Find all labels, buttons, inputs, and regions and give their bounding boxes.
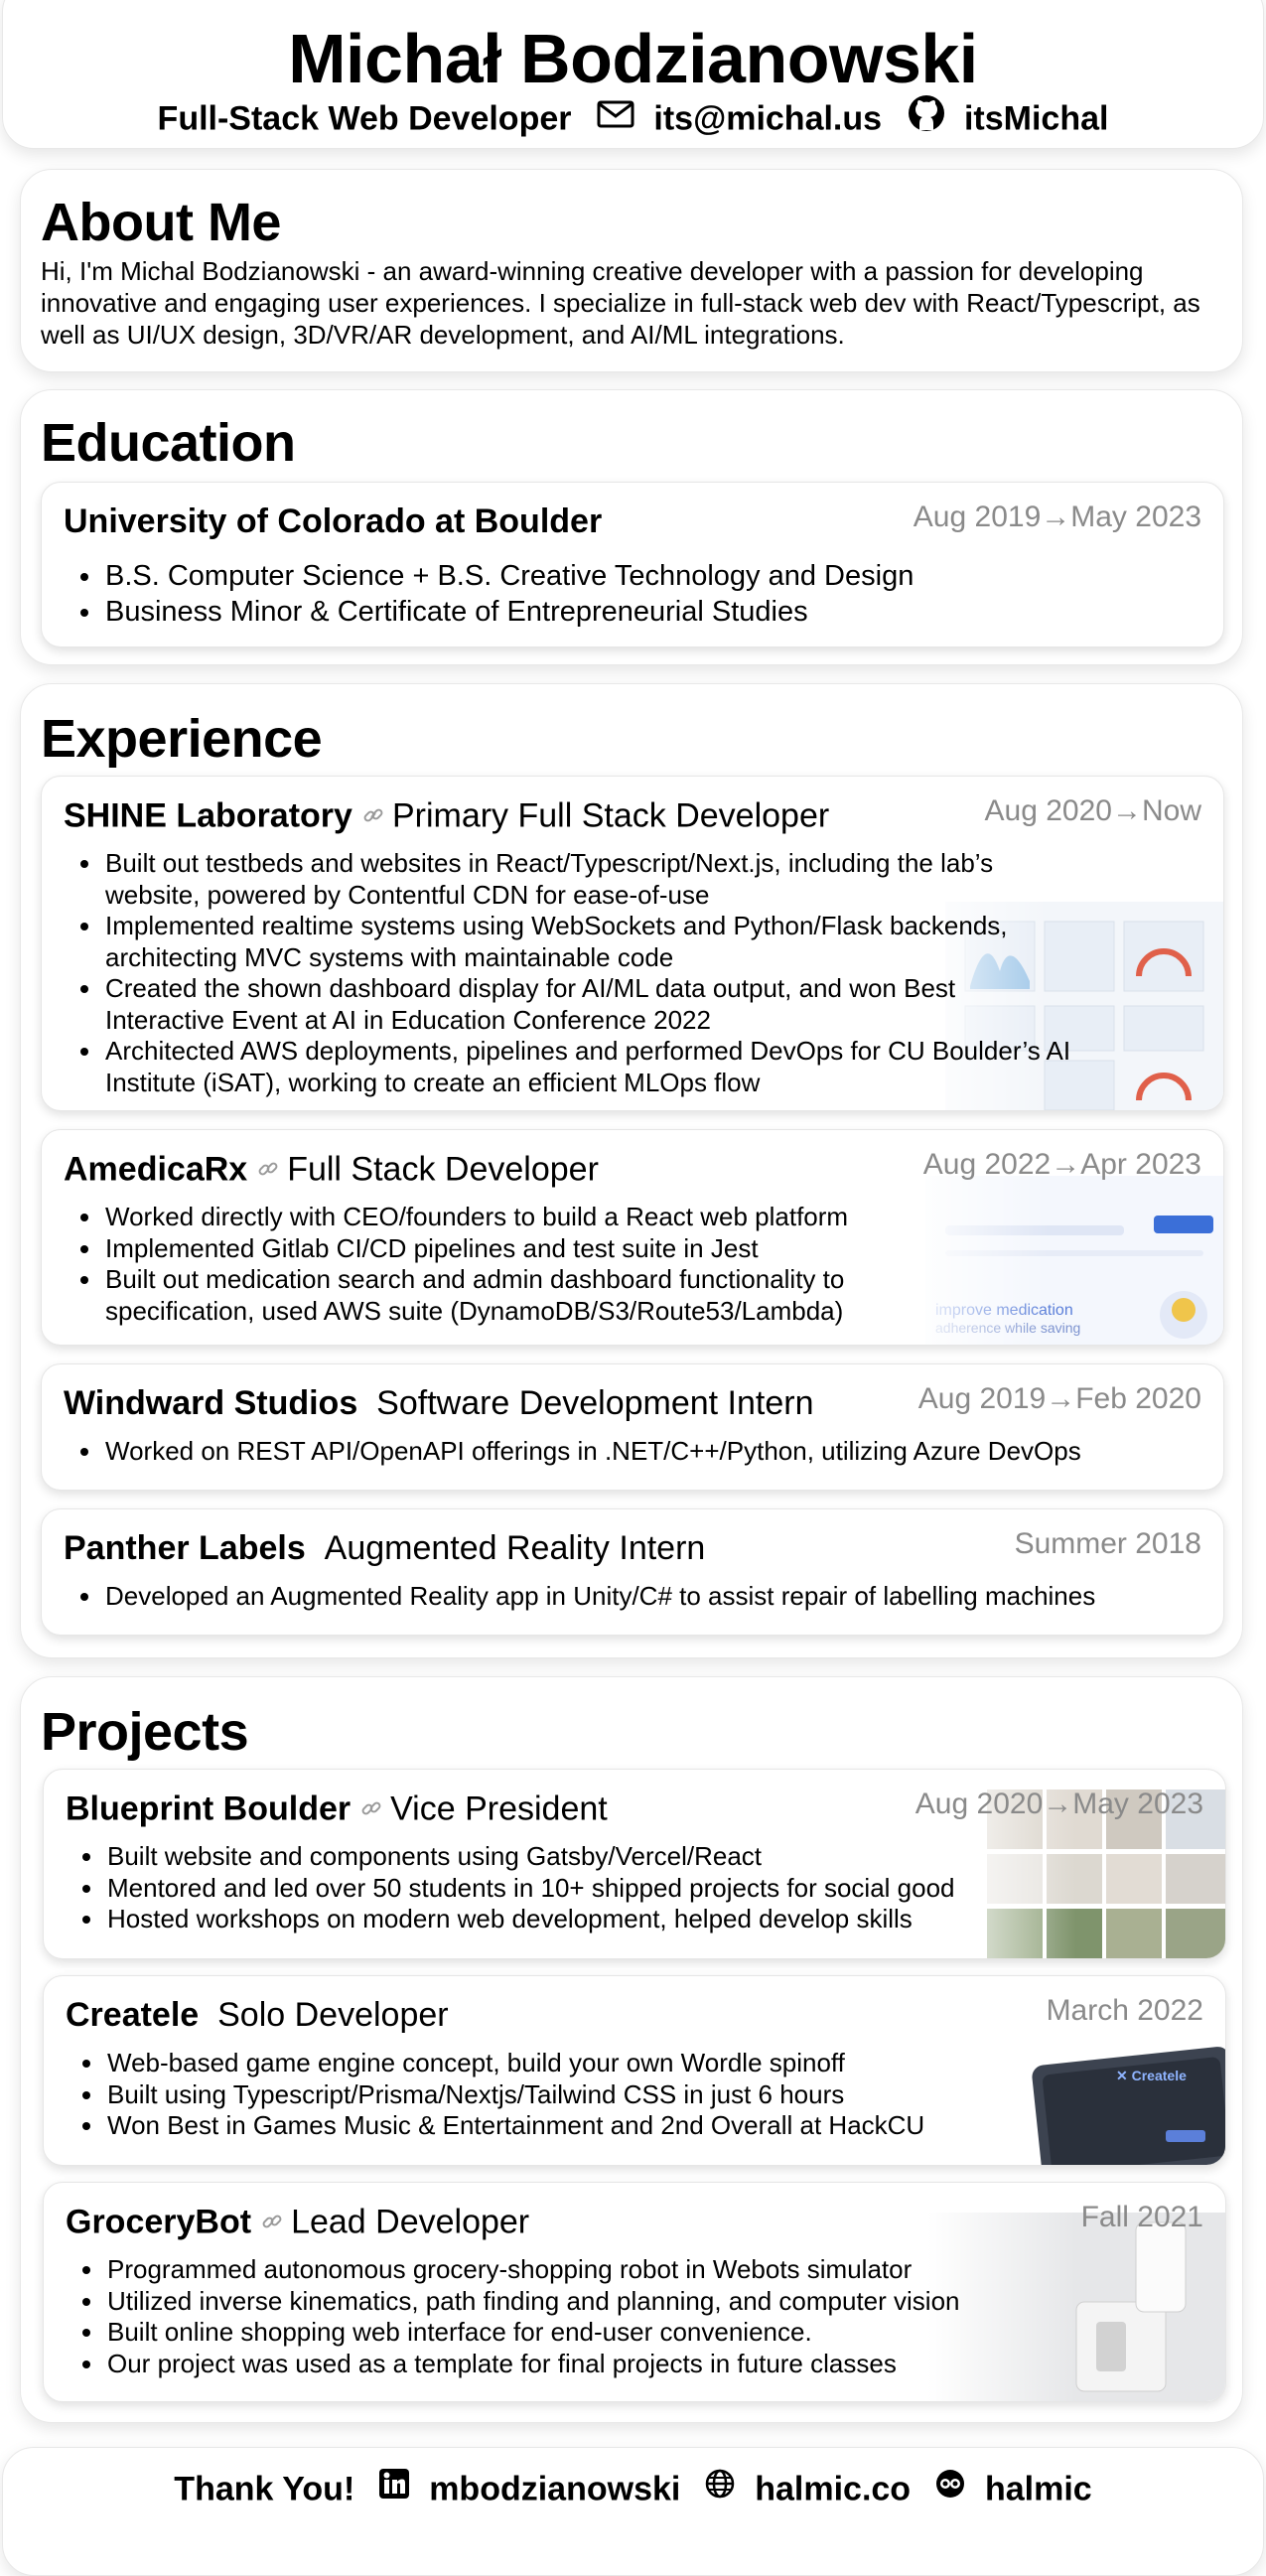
link-icon[interactable] — [261, 2203, 283, 2241]
about-heading: About Me — [41, 193, 281, 252]
list-item: B.S. Computer Science + B.S. Creative Te… — [103, 558, 914, 594]
list-item: Built using Typescript/Prisma/Nextjs/Tai… — [105, 2079, 1098, 2111]
list-item: Business Minor & Certificate of Entrepre… — [103, 594, 914, 630]
project-entry-grocerybot: GroceryBot Lead Developer Fall 2021 Progr… — [43, 2182, 1226, 2402]
role-title: Software Development Intern — [376, 1384, 814, 1422]
project-entry-createle: ✕ Createle Createle Solo Developer March… — [43, 1975, 1226, 2166]
project-bullets: Built website and components using Gatsb… — [66, 1841, 1108, 1935]
list-item: Worked directly with CEO/founders to bui… — [103, 1202, 997, 1233]
experience-entry-shine: SHINE Laboratory Primary Full Stack Devel… — [41, 776, 1224, 1111]
svg-text:✕ Createle: ✕ Createle — [1116, 2068, 1187, 2083]
education-entry: University of Colorado at Boulder Aug 20… — [41, 482, 1224, 647]
org-name: SHINE Laboratory — [64, 796, 352, 835]
link-icon[interactable] — [360, 1789, 382, 1828]
email-link[interactable]: its@michal.us — [653, 99, 882, 137]
list-item: Built out medication search and admin da… — [103, 1264, 997, 1327]
list-item: Mentored and led over 50 students in 10+… — [105, 1873, 1108, 1905]
list-item: Implemented Gitlab CI/CD pipelines and t… — [103, 1233, 997, 1265]
project-entry-blueprint: Blueprint Boulder Vice President Aug 2020… — [43, 1769, 1226, 1959]
project-name: Blueprint Boulder — [66, 1789, 352, 1828]
entry-dates: Aug 2019→Feb 2020 — [917, 1382, 1201, 1415]
envelope-icon — [597, 98, 634, 137]
entry-dates: Aug 2020→Now — [984, 794, 1201, 827]
entry-bullets: Developed an Augmented Reality app in Un… — [64, 1581, 1223, 1613]
org-name: Panther Labels — [64, 1529, 306, 1567]
experience-heading-row: Panther Labels Augmented Reality Intern — [64, 1529, 705, 1568]
role-title: Primary Full Stack Developer — [391, 796, 830, 835]
education-bullets: B.S. Computer Science + B.S. Creative Te… — [64, 558, 914, 630]
project-bullets: Web-based game engine concept, build you… — [66, 2048, 1098, 2142]
list-item: Built website and components using Gatsb… — [105, 1841, 1108, 1873]
header-card: Michał Bodzianowski Full-Stack Web Devel… — [2, 0, 1264, 149]
globe-icon — [704, 2468, 736, 2508]
role-title: Lead Developer — [291, 2203, 530, 2241]
job-title: Full-Stack Web Developer — [157, 99, 572, 138]
about-text: Hi, I'm Michal Bodzianowski - an award-w… — [41, 256, 1200, 350]
school-name: University of Colorado at Boulder — [64, 502, 603, 540]
list-item: Utilized inverse kinematics, path findin… — [105, 2286, 1148, 2318]
role-title: Augmented Reality Intern — [324, 1529, 706, 1567]
project-dates: March 2022 — [1046, 1994, 1203, 2027]
role-title: Solo Developer — [217, 1996, 449, 2034]
link-icon[interactable] — [362, 796, 384, 835]
entry-dates: Summer 2018 — [1014, 1527, 1201, 1560]
experience-entry-amedicarx: improve medication adherence while savin… — [41, 1129, 1224, 1346]
entry-bullets: Worked on REST API/OpenAPI offerings in … — [64, 1436, 1223, 1468]
project-name: GroceryBot — [66, 2203, 252, 2241]
experience-card: Experience SHINE Laboratory Primary Full … — [20, 683, 1243, 1658]
list-item: Created the shown dashboard display for … — [103, 973, 1076, 1036]
header-subline: Full-Stack Web Developer its@michal.us i… — [3, 94, 1263, 147]
link-icon[interactable] — [257, 1150, 279, 1189]
experience-entry-panther: Panther Labels Augmented Reality Intern … — [41, 1508, 1224, 1636]
project-dates: Aug 2020→May 2023 — [914, 1788, 1203, 1820]
experience-heading-row: Windward Studios Software Development In… — [64, 1384, 814, 1423]
list-item: Architected AWS deployments, pipelines a… — [103, 1036, 1076, 1098]
role-title: Full Stack Developer — [287, 1150, 599, 1189]
projects-card: Projects Blueprint Boulder Vice President… — [20, 1676, 1243, 2423]
role-title: Vice President — [390, 1789, 608, 1828]
education-dates: Aug 2019→May 2023 — [913, 501, 1201, 533]
projects-heading: Projects — [41, 1702, 249, 1762]
experience-heading-row: AmedicaRx Full Stack Developer — [64, 1150, 599, 1193]
project-bullets: Programmed autonomous grocery-shopping r… — [66, 2254, 1148, 2379]
footer-card: Thank You! mbodzianowski halmic.co halmi… — [2, 2447, 1264, 2576]
list-item: Developed an Augmented Reality app in Un… — [103, 1581, 1223, 1613]
linkedin-icon — [378, 2468, 410, 2508]
github-link[interactable]: itsMichal — [964, 99, 1108, 137]
entry-dates: Aug 2022→Apr 2023 — [922, 1148, 1201, 1181]
footer-row: Thank You! mbodzianowski halmic.co halmi… — [3, 2468, 1263, 2514]
linkedin-link[interactable]: mbodzianowski — [429, 2470, 680, 2507]
thanks-text: Thank You! — [174, 2470, 355, 2508]
project-name: Createle — [66, 1996, 200, 2034]
list-item: Web-based game engine concept, build you… — [105, 2048, 1098, 2079]
education-card: Education University of Colorado at Boul… — [20, 389, 1243, 665]
project-heading-row: Blueprint Boulder Vice President — [66, 1789, 608, 1832]
full-name: Michał Bodzianowski — [288, 20, 978, 97]
glasses-icon — [934, 2468, 966, 2508]
project-heading-row: Createle Solo Developer — [66, 1996, 449, 2035]
website-link[interactable]: halmic.co — [755, 2470, 911, 2507]
org-name: Windward Studios — [64, 1384, 358, 1422]
experience-heading: Experience — [41, 709, 323, 769]
project-dates: Fall 2021 — [1080, 2201, 1203, 2233]
entry-bullets: Built out testbeds and websites in React… — [64, 848, 1076, 1098]
list-item: Implemented realtime systems using WebSo… — [103, 911, 1076, 973]
list-item: Won Best in Games Music & Entertainment … — [105, 2110, 1098, 2142]
education-heading: Education — [41, 413, 296, 473]
entry-bullets: Worked directly with CEO/founders to bui… — [64, 1202, 997, 1327]
experience-heading-row: SHINE Laboratory Primary Full Stack Devel… — [64, 796, 829, 839]
experience-entry-windward: Windward Studios Software Development In… — [41, 1363, 1224, 1491]
list-item: Worked on REST API/OpenAPI offerings in … — [103, 1436, 1223, 1468]
list-item: Built online shopping web interface for … — [105, 2317, 1148, 2349]
list-item: Built out testbeds and websites in React… — [103, 848, 1076, 911]
about-card: About Me Hi, I'm Michal Bodzianowski - a… — [20, 169, 1243, 372]
project-heading-row: GroceryBot Lead Developer — [66, 2203, 529, 2245]
other-link[interactable]: halmic — [985, 2470, 1092, 2507]
list-item: Hosted workshops on modern web developme… — [105, 1904, 1108, 1935]
list-item: Programmed autonomous grocery-shopping r… — [105, 2254, 1148, 2286]
github-icon — [908, 94, 945, 141]
org-name: AmedicaRx — [64, 1150, 248, 1189]
list-item: Our project was used as a template for f… — [105, 2349, 1148, 2380]
